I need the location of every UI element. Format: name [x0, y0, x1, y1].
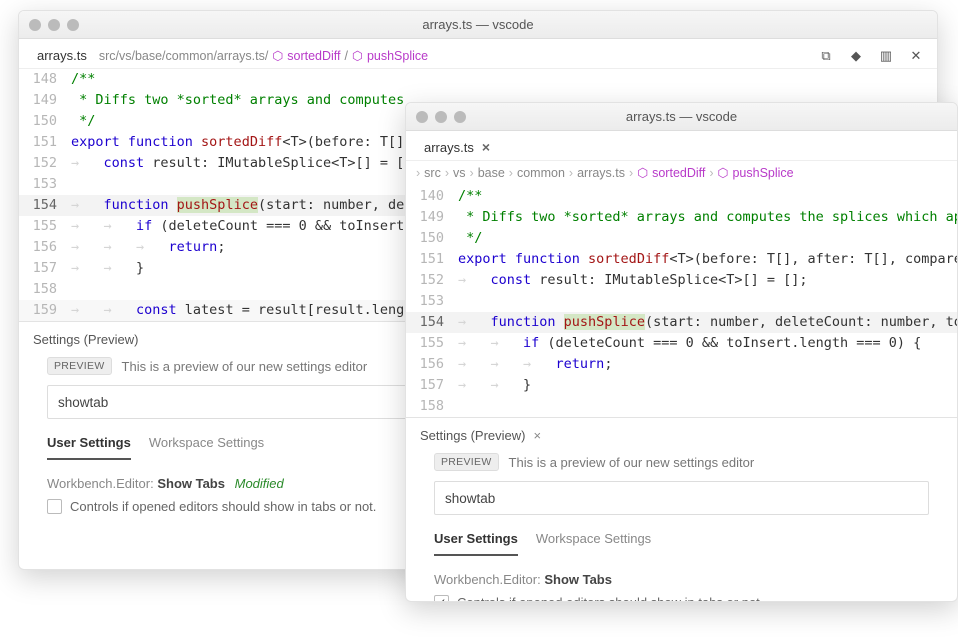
- settings-header: Settings (Preview) ×: [406, 426, 957, 451]
- traffic-lights[interactable]: [29, 19, 79, 31]
- chevron-right-icon: ›: [509, 166, 513, 180]
- cube-icon: ⬡: [272, 48, 283, 63]
- setting-item: Workbench.Editor: Show Tabs Controls if …: [406, 556, 957, 602]
- tab-arrays[interactable]: arrays.ts: [27, 44, 97, 67]
- chevron-right-icon: ›: [445, 166, 449, 180]
- settings-panel: Settings (Preview) × PREVIEW This is a p…: [406, 417, 957, 602]
- setting-description: Controls if opened editors should show i…: [70, 499, 376, 514]
- breadcrumb[interactable]: src/vs/base/common/arrays.ts/ ⬡ sortedDi…: [97, 48, 428, 63]
- cube-icon: ⬡: [718, 165, 729, 180]
- vscode-window-front: arrays.ts — vscode arrays.ts × ›src ›vs …: [405, 102, 958, 602]
- chevron-right-icon: ›: [629, 166, 633, 180]
- modified-indicator: Modified: [235, 476, 284, 491]
- show-tabs-checkbox[interactable]: [47, 499, 62, 514]
- chevron-right-icon: ›: [569, 166, 573, 180]
- traffic-lights[interactable]: [416, 111, 466, 123]
- settings-search-input[interactable]: [434, 481, 929, 515]
- close-icon[interactable]: ✕: [907, 47, 925, 65]
- source-control-icon[interactable]: ◆: [847, 47, 865, 65]
- tab-arrays[interactable]: arrays.ts ×: [414, 135, 500, 160]
- close-tab-icon[interactable]: ×: [482, 139, 490, 155]
- window-title: arrays.ts — vscode: [406, 109, 957, 124]
- tab-label: arrays.ts: [37, 48, 87, 63]
- chevron-right-icon: ›: [470, 166, 474, 180]
- close-icon[interactable]: ×: [533, 428, 541, 443]
- preview-text: This is a preview of our new settings ed…: [509, 455, 755, 470]
- show-tabs-checkbox[interactable]: [434, 595, 449, 602]
- editor-actions: ⧉ ◆ ▥ ✕: [817, 47, 929, 65]
- breadcrumb[interactable]: ›src ›vs ›base ›common ›arrays.ts ›⬡sort…: [406, 161, 957, 186]
- chevron-right-icon: ›: [416, 166, 420, 180]
- chevron-right-icon: ›: [709, 166, 713, 180]
- tab-workspace-settings[interactable]: Workspace Settings: [536, 525, 651, 556]
- preview-badge: PREVIEW: [434, 453, 499, 471]
- split-editor-icon[interactable]: ▥: [877, 47, 895, 65]
- preview-text: This is a preview of our new settings ed…: [122, 359, 368, 374]
- setting-description: Controls if opened editors should show i…: [457, 595, 763, 602]
- window-title: arrays.ts — vscode: [19, 17, 937, 32]
- compare-icon[interactable]: ⧉: [817, 47, 835, 65]
- settings-tabs: User Settings Workspace Settings: [406, 525, 957, 556]
- titlebar[interactable]: arrays.ts — vscode: [406, 103, 957, 131]
- tab-label: arrays.ts: [424, 140, 474, 155]
- tab-user-settings[interactable]: User Settings: [434, 525, 518, 556]
- cube-icon: ⬡: [637, 165, 648, 180]
- tab-workspace-settings[interactable]: Workspace Settings: [149, 429, 264, 460]
- cube-icon: ⬡: [352, 48, 363, 63]
- titlebar[interactable]: arrays.ts — vscode: [19, 11, 937, 39]
- tab-bar: arrays.ts ×: [406, 131, 957, 161]
- preview-badge: PREVIEW: [47, 357, 112, 375]
- code-editor[interactable]: 140/** 149 * Diffs two *sorted* arrays a…: [406, 186, 957, 417]
- tab-bar: arrays.ts src/vs/base/common/arrays.ts/ …: [19, 39, 937, 69]
- tab-user-settings[interactable]: User Settings: [47, 429, 131, 460]
